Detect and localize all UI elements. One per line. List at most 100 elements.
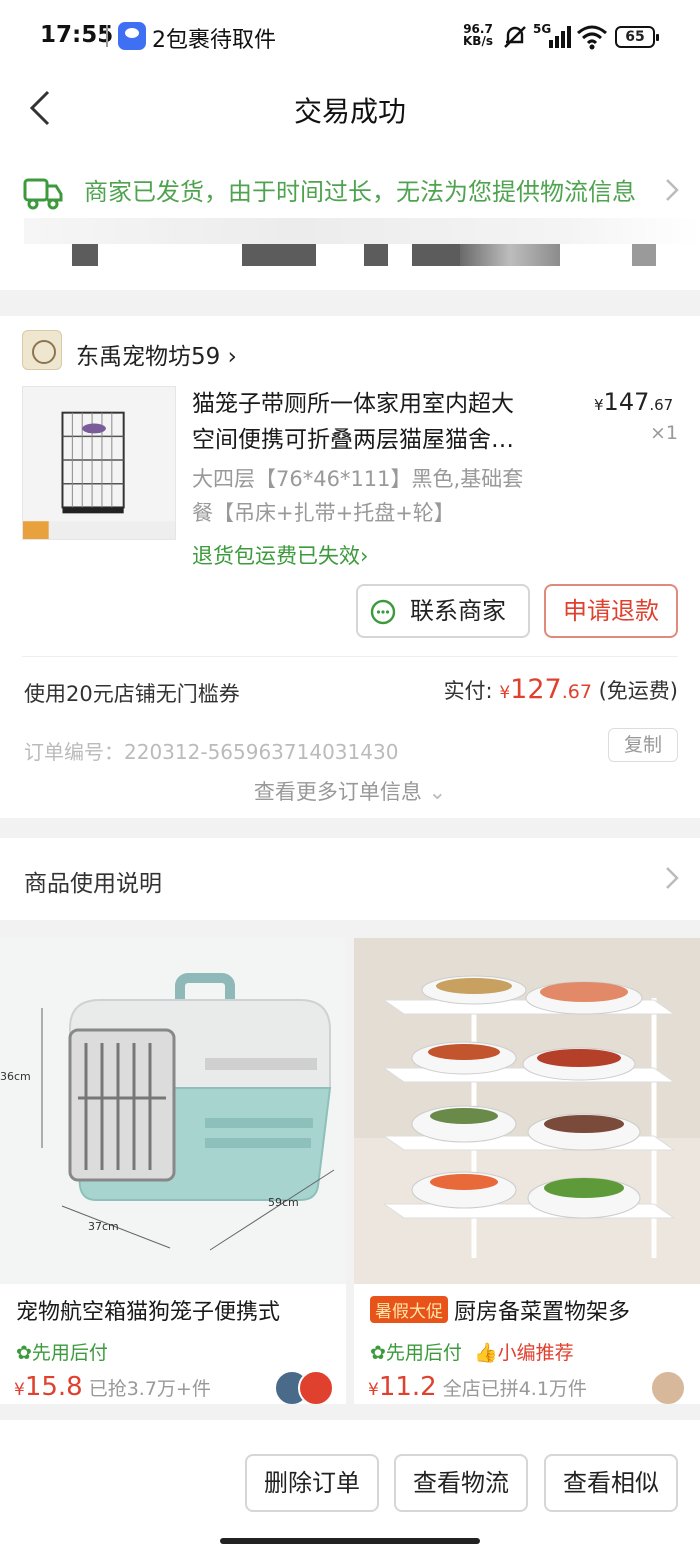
- price-value: 11.2: [378, 1372, 437, 1402]
- product-image: 36cm 37cm 59cm: [0, 938, 346, 1284]
- order-number: 订单编号：220312-565963714031430: [24, 740, 399, 764]
- price-currency: ¥: [594, 396, 604, 414]
- recommendation-price: ¥15.8 已抢3.7万+件: [14, 1372, 211, 1402]
- chevron-right-icon: ›: [227, 344, 237, 370]
- promo-tag: 暑假大促: [370, 1296, 448, 1323]
- usage-instructions-label: 商品使用说明: [24, 871, 162, 897]
- sold-count: 已抢3.7万+件: [88, 1378, 211, 1400]
- redacted-block: [460, 244, 560, 266]
- order-card: 东禹宠物坊59 › 猫笼子带厕所一体家用室内超大 空间便携可折叠两层猫屋猫舍… …: [0, 316, 700, 818]
- return-note: 退货包运费已失效: [192, 544, 360, 568]
- view-logistics-button[interactable]: 查看物流: [394, 1454, 528, 1512]
- chevron-down-icon: ⌄: [428, 780, 447, 804]
- shop-name: 东禹宠物坊59: [76, 344, 221, 370]
- recommendation-title-text: 厨房备菜置物架多: [454, 1300, 631, 1325]
- pay-later-icon: ✿: [16, 1342, 32, 1364]
- recommendation-card[interactable]: 暑假大促 厨房备菜置物架多 ✿先用后付 👍小编推荐 ¥11.2 全店已拼4.1万件: [354, 938, 700, 1404]
- status-time: 17:55: [40, 22, 114, 48]
- truck-icon: [23, 178, 63, 210]
- price-currency: ¥: [14, 1380, 25, 1400]
- more-order-info-toggle[interactable]: 查看更多订单信息 ⌄: [0, 776, 700, 806]
- home-indicator[interactable]: [220, 1538, 480, 1544]
- pay-later-badge: ✿先用后付: [16, 1338, 108, 1365]
- status-separator: [106, 25, 108, 47]
- contact-seller-label: 联系商家: [410, 597, 506, 625]
- nav-bar: 交易成功: [0, 74, 700, 142]
- wifi-icon: [577, 25, 607, 50]
- recommendation-title: 暑假大促 厨房备菜置物架多: [370, 1294, 696, 1326]
- refund-button[interactable]: 申请退款: [544, 584, 678, 638]
- view-similar-button[interactable]: 查看相似: [544, 1454, 678, 1512]
- net-speed-unit: KB/s: [463, 34, 493, 48]
- signal-icon: 5G: [533, 22, 571, 48]
- recommendation-price: ¥11.2 全店已拼4.1万件: [368, 1372, 587, 1402]
- logistics-status-text: 商家已发货，由于时间过长，无法为您提供物流信息: [84, 178, 636, 206]
- net-speed: 96.7 KB/s: [463, 23, 493, 47]
- product-title[interactable]: 猫笼子带厕所一体家用室内超大 空间便携可折叠两层猫屋猫舍…: [192, 386, 564, 458]
- page-title: 交易成功: [293, 95, 406, 128]
- redacted-block: [72, 244, 98, 266]
- logistics-card[interactable]: 商家已发货，由于时间过长，无法为您提供物流信息: [0, 142, 700, 290]
- thumbs-up-icon: 👍: [473, 1342, 498, 1364]
- shipping-note: (免运费): [598, 679, 678, 703]
- dimension-depth: 59cm: [268, 1196, 299, 1209]
- mute-icon: [504, 26, 526, 48]
- delete-order-button[interactable]: 删除订单: [245, 1454, 379, 1512]
- product-image: [354, 938, 700, 1284]
- price-currency: ¥: [368, 1380, 379, 1400]
- paid-amount: 实付: ¥127.67 (免运费): [444, 674, 678, 705]
- product-title-line1: 猫笼子带厕所一体家用室内超大: [192, 391, 514, 417]
- return-shipping-link[interactable]: 退货包运费已失效›: [192, 540, 368, 570]
- chevron-right-icon: [666, 179, 679, 201]
- status-bar: 17:55 2包裹待取件 96.7 KB/s 5G 65: [0, 0, 700, 74]
- usage-instructions-row[interactable]: 商品使用说明: [0, 838, 700, 920]
- pay-later-label: 先用后付: [31, 1342, 108, 1364]
- divider: [22, 656, 678, 657]
- pay-later-badge: ✿先用后付 👍小编推荐: [370, 1338, 574, 1365]
- redacted-block: [632, 244, 656, 266]
- chevron-right-icon: [666, 867, 679, 889]
- product-sku-line2: 餐【吊床+扎带+托盘+轮】: [192, 501, 455, 525]
- pay-later-label: 先用后付: [385, 1342, 462, 1364]
- shop-name-link[interactable]: 东禹宠物坊59 ›: [76, 337, 237, 371]
- coupon-note: 使用20元店铺无门槛券: [24, 682, 240, 706]
- pay-later-icon: ✿: [370, 1342, 386, 1364]
- recommendation-title: 宠物航空箱猫狗笼子便携式: [16, 1300, 281, 1325]
- price-integer: 147: [603, 388, 650, 416]
- product-sku: 大四层【76*46*111】黑色,基础套 餐【吊床+扎带+托盘+轮】: [192, 462, 564, 530]
- redacted-block: [412, 244, 460, 266]
- dimension-width: 37cm: [88, 1220, 119, 1233]
- editor-pick-label: 小编推荐: [497, 1342, 574, 1364]
- network-type: 5G: [533, 22, 551, 36]
- redacted-area: [24, 218, 700, 244]
- price-decimal: .67: [649, 396, 674, 414]
- chevron-right-icon: ›: [360, 544, 369, 568]
- product-title-line2: 空间便携可折叠两层猫屋猫舍…: [192, 427, 514, 453]
- product-quantity: ×1: [649, 422, 678, 444]
- shop-logo[interactable]: [22, 330, 62, 370]
- paid-decimal: .67: [561, 681, 592, 703]
- contact-seller-button[interactable]: 联系商家: [356, 584, 530, 638]
- avatar: [298, 1370, 334, 1404]
- chat-bubble-icon: [370, 599, 396, 625]
- redacted-block: [364, 244, 388, 266]
- paid-currency: ¥: [499, 683, 511, 703]
- recommendation-card[interactable]: 36cm 37cm 59cm 宠物航空箱猫狗笼子便携式 ✿先用后付 ¥15.8 已…: [0, 938, 346, 1404]
- product-thumbnail[interactable]: [22, 386, 176, 540]
- product-sku-line1: 大四层【76*46*111】黑色,基础套: [192, 467, 524, 491]
- more-order-info-label: 查看更多订单信息: [253, 780, 422, 804]
- copy-button[interactable]: 复制: [608, 728, 678, 762]
- battery-indicator: 65: [615, 26, 659, 48]
- bottom-action-bar: 删除订单 查看物流 查看相似: [0, 1420, 700, 1556]
- price-value: 15.8: [24, 1372, 83, 1402]
- status-notification-text: 2包裹待取件: [152, 28, 276, 53]
- product-price: ¥147.67: [594, 388, 673, 416]
- app-notification-icon: [118, 22, 146, 50]
- paid-integer: 127: [510, 674, 562, 705]
- redacted-block: [242, 244, 316, 266]
- sold-count: 全店已拼4.1万件: [442, 1378, 587, 1400]
- avatar: [650, 1370, 686, 1404]
- dimension-height: 36cm: [0, 1070, 31, 1083]
- paid-value: 127.67: [510, 674, 592, 705]
- paid-label: 实付:: [443, 679, 493, 703]
